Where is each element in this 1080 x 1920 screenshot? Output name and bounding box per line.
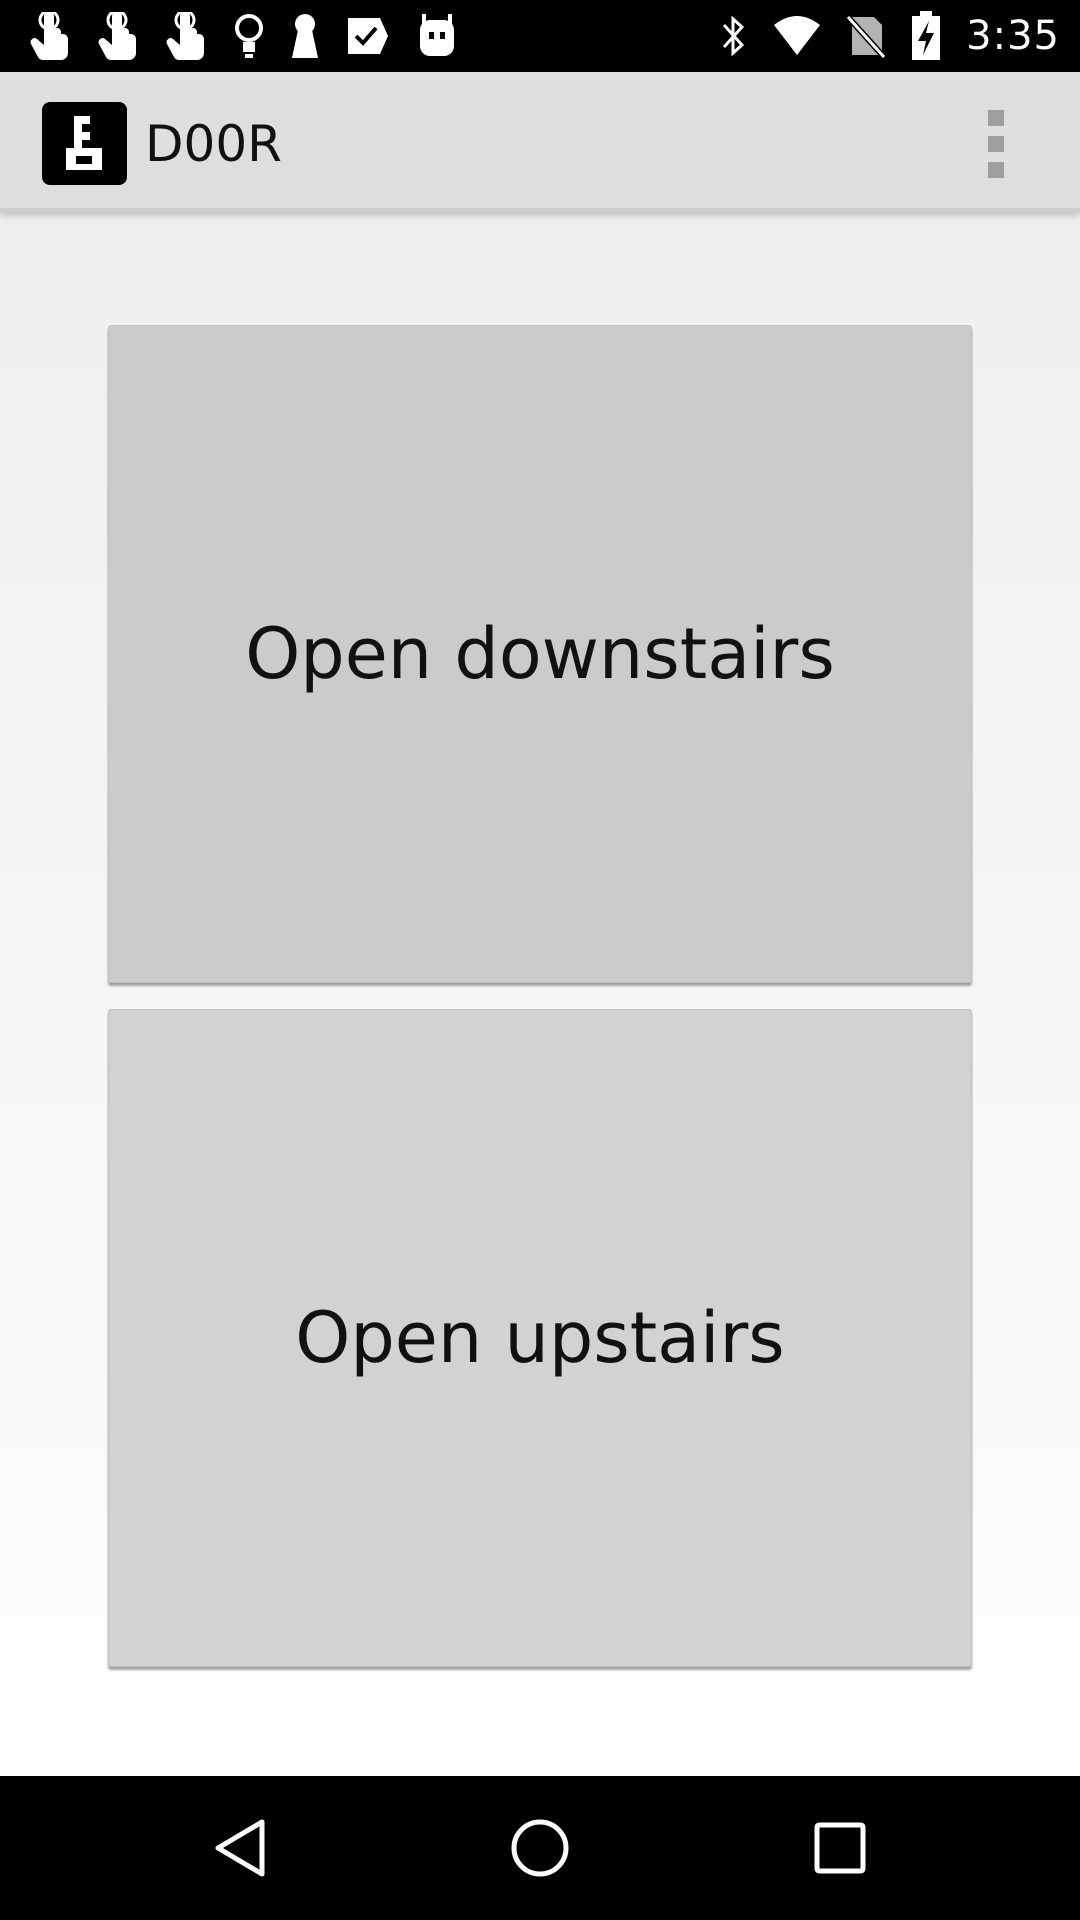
- open-downstairs-button[interactable]: Open downstairs: [108, 325, 972, 983]
- tap-icon: [164, 12, 210, 60]
- screen: 3:35 D00R Open downstairs Open upstairs: [0, 0, 1080, 1920]
- tap-icon: [28, 12, 74, 60]
- app-title: D00R: [145, 115, 282, 173]
- battery-charging-icon: [910, 11, 942, 61]
- open-upstairs-button[interactable]: Open upstairs: [108, 1009, 972, 1667]
- bluetooth-icon: [718, 13, 748, 59]
- lock-logo-icon: [42, 102, 127, 185]
- lightbulb-icon: [232, 12, 266, 60]
- keyhole-icon: [288, 12, 322, 60]
- back-icon[interactable]: [190, 1798, 290, 1898]
- app-bar: D00R: [0, 72, 1080, 212]
- wifi-icon: [772, 15, 822, 57]
- notification-icons: [28, 10, 460, 62]
- menu-dot: [988, 162, 1004, 178]
- home-icon[interactable]: [490, 1798, 590, 1898]
- menu-dot: [988, 110, 1004, 126]
- check-icon: [344, 12, 392, 60]
- android-icon: [414, 12, 460, 60]
- navigation-bar: [0, 1776, 1080, 1920]
- tap-icon: [96, 12, 142, 60]
- status-bar: 3:35: [0, 0, 1080, 72]
- recents-icon[interactable]: [790, 1798, 890, 1898]
- no-sim-icon: [846, 13, 887, 59]
- overflow-menu-icon[interactable]: [978, 110, 1014, 178]
- clock: 3:35: [966, 13, 1060, 59]
- menu-dot: [988, 136, 1004, 152]
- system-icons: 3:35: [718, 10, 1060, 62]
